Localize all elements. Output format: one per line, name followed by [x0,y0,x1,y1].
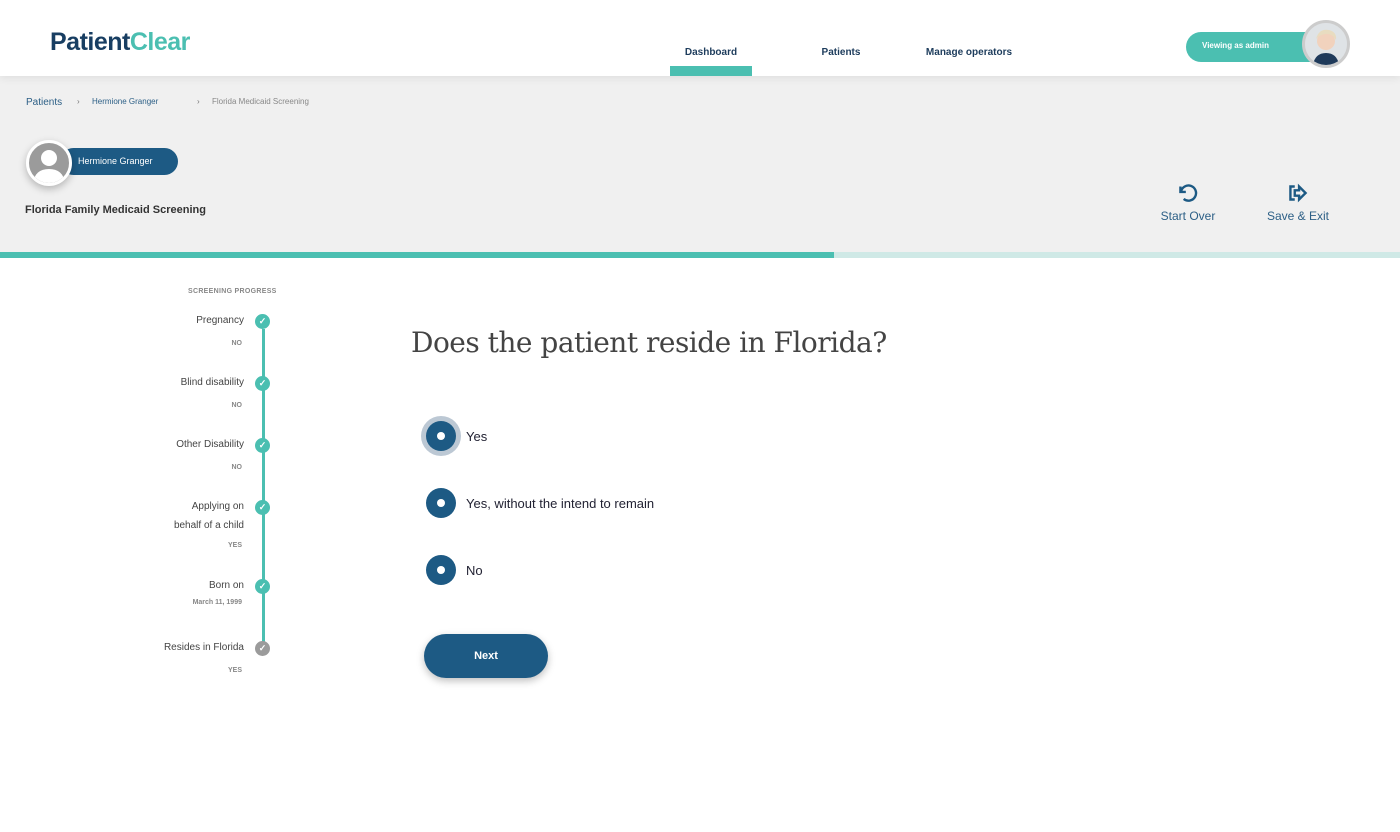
check-circle-icon: ✓ [255,641,270,656]
page-header [0,76,1400,252]
step-label[interactable]: Applying on behalf of a child [174,497,244,535]
radio-selected[interactable] [426,421,456,451]
step-label[interactable]: Pregnancy [196,311,244,330]
breadcrumb-patients[interactable]: Patients [26,97,62,108]
step-label[interactable]: Blind disability [181,373,244,392]
check-circle-icon: ✓ [255,314,270,329]
logo[interactable]: PatientClear [50,28,190,57]
chevron-right-icon: › [77,97,80,106]
step-value: NO [231,402,243,409]
step-label[interactable]: Resides in Florida [164,638,244,657]
option-no[interactable]: No [426,555,483,585]
option-yes[interactable]: Yes [426,421,487,451]
check-circle-icon: ✓ [255,500,270,515]
breadcrumb-patient[interactable]: Hermione Granger [92,97,158,106]
step-value: NO [231,340,243,347]
step-value: YES [227,667,242,674]
breadcrumb-current: Florida Medicaid Screening [212,97,309,106]
step-label[interactable]: Born on [209,576,244,595]
step-value: YES [227,542,242,549]
undo-icon [1179,184,1198,202]
nav-patients[interactable]: Patients [800,47,882,58]
nav-dashboard[interactable]: Dashboard [670,47,752,58]
check-circle-icon: ✓ [255,579,270,594]
nav-manage-operators[interactable]: Manage operators [920,47,1018,58]
patient-avatar [26,140,72,186]
chevron-right-icon: › [197,97,200,106]
start-over-button[interactable]: Start Over [1150,180,1226,223]
progress-fill [0,252,834,258]
save-exit-button[interactable]: Save & Exit [1258,180,1338,223]
exit-icon [1289,183,1308,203]
radio[interactable] [426,488,456,518]
next-button[interactable]: Next [424,634,548,678]
question-title: Does the patient reside in Florida? [411,326,887,359]
radio[interactable] [426,555,456,585]
page-title: Florida Family Medicaid Screening [25,204,206,216]
sidebar-title: SCREENING PROGRESS [188,288,277,295]
check-circle-icon: ✓ [255,376,270,391]
step-value: March 11, 1999 [192,599,242,606]
step-value: NO [231,464,243,471]
patient-name-pill[interactable]: Hermione Granger [60,148,178,175]
check-circle-icon: ✓ [255,438,270,453]
user-avatar[interactable] [1302,20,1350,68]
top-navbar: PatientClear Dashboard Patients Manage o… [0,0,1400,76]
option-yes-without-intent[interactable]: Yes, without the intend to remain [426,488,654,518]
step-label[interactable]: Other Disability [176,435,244,454]
active-tab-indicator [670,66,752,76]
